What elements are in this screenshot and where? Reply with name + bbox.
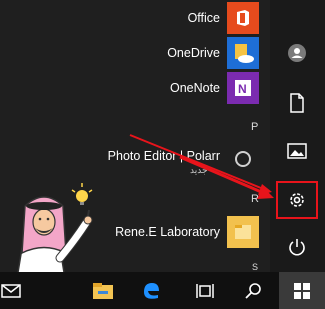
file-explorer-icon[interactable] [80,272,126,309]
search-icon[interactable] [230,272,276,309]
edge-icon[interactable] [128,272,174,309]
start-menu: Office OneDrive OneNote N P Photo Editor… [0,0,325,309]
start-icon[interactable] [279,272,325,309]
taskbar [0,272,325,309]
task-view-icon[interactable] [182,272,228,309]
mail-icon[interactable] [0,272,34,309]
